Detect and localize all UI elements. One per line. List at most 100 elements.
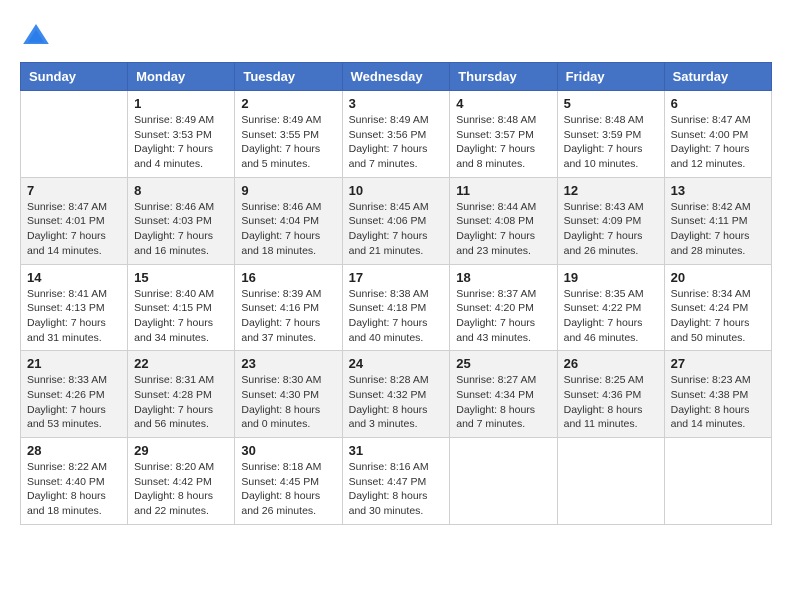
day-number: 13 [671, 183, 765, 198]
day-number: 17 [349, 270, 444, 285]
day-info: Sunrise: 8:49 AM Sunset: 3:53 PM Dayligh… [134, 113, 228, 172]
calendar-cell: 4 Sunrise: 8:48 AM Sunset: 3:57 PM Daylig… [450, 91, 557, 178]
day-info: Sunrise: 8:27 AM Sunset: 4:34 PM Dayligh… [456, 373, 550, 432]
calendar-cell: 29 Sunrise: 8:20 AM Sunset: 4:42 PM Dayli… [128, 438, 235, 525]
calendar-cell: 15 Sunrise: 8:40 AM Sunset: 4:15 PM Dayli… [128, 264, 235, 351]
day-number: 3 [349, 96, 444, 111]
day-info: Sunrise: 8:43 AM Sunset: 4:09 PM Dayligh… [564, 200, 658, 259]
day-number: 22 [134, 356, 228, 371]
day-info: Sunrise: 8:41 AM Sunset: 4:13 PM Dayligh… [27, 287, 121, 346]
day-info: Sunrise: 8:47 AM Sunset: 4:01 PM Dayligh… [27, 200, 121, 259]
day-number: 27 [671, 356, 765, 371]
day-info: Sunrise: 8:23 AM Sunset: 4:38 PM Dayligh… [671, 373, 765, 432]
calendar-cell: 30 Sunrise: 8:18 AM Sunset: 4:45 PM Dayli… [235, 438, 342, 525]
calendar-cell: 31 Sunrise: 8:16 AM Sunset: 4:47 PM Dayli… [342, 438, 450, 525]
calendar-cell: 27 Sunrise: 8:23 AM Sunset: 4:38 PM Dayli… [664, 351, 771, 438]
day-info: Sunrise: 8:20 AM Sunset: 4:42 PM Dayligh… [134, 460, 228, 519]
day-number: 20 [671, 270, 765, 285]
day-info: Sunrise: 8:46 AM Sunset: 4:04 PM Dayligh… [241, 200, 335, 259]
calendar-cell: 13 Sunrise: 8:42 AM Sunset: 4:11 PM Dayli… [664, 177, 771, 264]
day-number: 7 [27, 183, 121, 198]
day-number: 24 [349, 356, 444, 371]
day-info: Sunrise: 8:22 AM Sunset: 4:40 PM Dayligh… [27, 460, 121, 519]
calendar-week-row: 21Sunrise: 8:33 AM Sunset: 4:26 PM Dayli… [21, 351, 772, 438]
calendar-cell: 17 Sunrise: 8:38 AM Sunset: 4:18 PM Dayli… [342, 264, 450, 351]
day-number: 5 [564, 96, 658, 111]
day-number: 16 [241, 270, 335, 285]
calendar-cell: 7 Sunrise: 8:47 AM Sunset: 4:01 PM Daylig… [21, 177, 128, 264]
day-number: 10 [349, 183, 444, 198]
day-info: Sunrise: 8:37 AM Sunset: 4:20 PM Dayligh… [456, 287, 550, 346]
day-number: 25 [456, 356, 550, 371]
calendar-cell: 8 Sunrise: 8:46 AM Sunset: 4:03 PM Daylig… [128, 177, 235, 264]
calendar-cell: 26 Sunrise: 8:25 AM Sunset: 4:36 PM Dayli… [557, 351, 664, 438]
calendar-cell: 5 Sunrise: 8:48 AM Sunset: 3:59 PM Daylig… [557, 91, 664, 178]
day-info: Sunrise: 8:49 AM Sunset: 3:56 PM Dayligh… [349, 113, 444, 172]
calendar-week-row: 14 Sunrise: 8:41 AM Sunset: 4:13 PM Dayli… [21, 264, 772, 351]
day-number: 28 [27, 443, 121, 458]
day-info: Sunrise: 8:34 AM Sunset: 4:24 PM Dayligh… [671, 287, 765, 346]
calendar-day-header: Sunday [21, 63, 128, 91]
day-info: Sunrise: 8:45 AM Sunset: 4:06 PM Dayligh… [349, 200, 444, 259]
calendar-week-row: 7 Sunrise: 8:47 AM Sunset: 4:01 PM Daylig… [21, 177, 772, 264]
day-info: Sunrise: 8:18 AM Sunset: 4:45 PM Dayligh… [241, 460, 335, 519]
day-number: 14 [27, 270, 121, 285]
calendar-cell: 6 Sunrise: 8:47 AM Sunset: 4:00 PM Daylig… [664, 91, 771, 178]
day-info: Sunrise: 8:28 AM Sunset: 4:32 PM Dayligh… [349, 373, 444, 432]
day-number: 19 [564, 270, 658, 285]
day-number: 26 [564, 356, 658, 371]
calendar-week-row: 1 Sunrise: 8:49 AM Sunset: 3:53 PM Daylig… [21, 91, 772, 178]
calendar-cell: 12 Sunrise: 8:43 AM Sunset: 4:09 PM Dayli… [557, 177, 664, 264]
calendar-cell: 11 Sunrise: 8:44 AM Sunset: 4:08 PM Dayli… [450, 177, 557, 264]
day-number: 29 [134, 443, 228, 458]
day-number: 23 [241, 356, 335, 371]
day-number: 2 [241, 96, 335, 111]
logo [20, 20, 58, 52]
day-number: 9 [241, 183, 335, 198]
day-number: 6 [671, 96, 765, 111]
calendar-cell [664, 438, 771, 525]
day-info: Sunrise: 8:35 AM Sunset: 4:22 PM Dayligh… [564, 287, 658, 346]
day-number: 12 [564, 183, 658, 198]
logo-icon [20, 20, 52, 52]
calendar-day-header: Friday [557, 63, 664, 91]
calendar-cell: 16 Sunrise: 8:39 AM Sunset: 4:16 PM Dayli… [235, 264, 342, 351]
day-info: Sunrise: 8:31 AM Sunset: 4:28 PM Dayligh… [134, 373, 228, 432]
calendar-cell [557, 438, 664, 525]
calendar-day-header: Thursday [450, 63, 557, 91]
day-info: Sunrise: 8:47 AM Sunset: 4:00 PM Dayligh… [671, 113, 765, 172]
calendar-cell: 22 Sunrise: 8:31 AM Sunset: 4:28 PM Dayli… [128, 351, 235, 438]
calendar-day-header: Wednesday [342, 63, 450, 91]
day-info: Sunrise: 8:16 AM Sunset: 4:47 PM Dayligh… [349, 460, 444, 519]
day-info: Sunrise: 8:48 AM Sunset: 3:57 PM Dayligh… [456, 113, 550, 172]
calendar-cell: 1 Sunrise: 8:49 AM Sunset: 3:53 PM Daylig… [128, 91, 235, 178]
day-info: Sunrise: 8:48 AM Sunset: 3:59 PM Dayligh… [564, 113, 658, 172]
day-number: 30 [241, 443, 335, 458]
day-number: 31 [349, 443, 444, 458]
calendar-cell [450, 438, 557, 525]
day-number: 8 [134, 183, 228, 198]
day-info: Sunrise: 8:42 AM Sunset: 4:11 PM Dayligh… [671, 200, 765, 259]
day-info: Sunrise: 8:44 AM Sunset: 4:08 PM Dayligh… [456, 200, 550, 259]
calendar-cell: 21Sunrise: 8:33 AM Sunset: 4:26 PM Dayli… [21, 351, 128, 438]
day-info: Sunrise: 8:38 AM Sunset: 4:18 PM Dayligh… [349, 287, 444, 346]
day-number: 15 [134, 270, 228, 285]
calendar-cell: 20 Sunrise: 8:34 AM Sunset: 4:24 PM Dayli… [664, 264, 771, 351]
day-number: 11 [456, 183, 550, 198]
day-info: Sunrise: 8:46 AM Sunset: 4:03 PM Dayligh… [134, 200, 228, 259]
day-number: 1 [134, 96, 228, 111]
calendar-cell: 24 Sunrise: 8:28 AM Sunset: 4:32 PM Dayli… [342, 351, 450, 438]
day-info: Sunrise: 8:49 AM Sunset: 3:55 PM Dayligh… [241, 113, 335, 172]
day-info: Sunrise: 8:30 AM Sunset: 4:30 PM Dayligh… [241, 373, 335, 432]
calendar-week-row: 28 Sunrise: 8:22 AM Sunset: 4:40 PM Dayli… [21, 438, 772, 525]
day-number: 4 [456, 96, 550, 111]
calendar-cell: 10 Sunrise: 8:45 AM Sunset: 4:06 PM Dayli… [342, 177, 450, 264]
calendar-cell: 19 Sunrise: 8:35 AM Sunset: 4:22 PM Dayli… [557, 264, 664, 351]
day-info: Sunrise: 8:33 AM Sunset: 4:26 PM Dayligh… [27, 373, 121, 432]
day-number: 18 [456, 270, 550, 285]
page-header [20, 20, 772, 52]
day-info: Sunrise: 8:40 AM Sunset: 4:15 PM Dayligh… [134, 287, 228, 346]
day-info: Sunrise: 8:39 AM Sunset: 4:16 PM Dayligh… [241, 287, 335, 346]
day-info: Sunrise: 8:25 AM Sunset: 4:36 PM Dayligh… [564, 373, 658, 432]
calendar-cell: 18 Sunrise: 8:37 AM Sunset: 4:20 PM Dayli… [450, 264, 557, 351]
